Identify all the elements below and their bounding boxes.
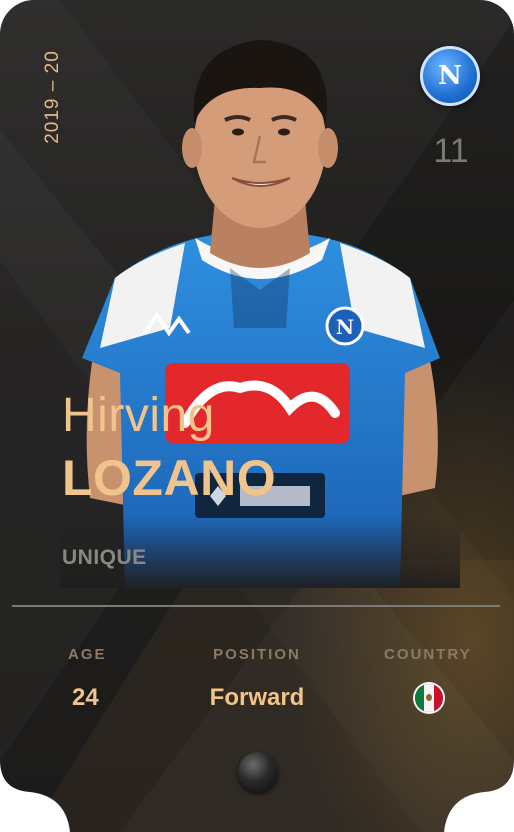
napoli-badge-icon[interactable]: N <box>420 46 480 106</box>
mexico-flag-icon <box>415 684 443 712</box>
shirt-number: 11 <box>433 132 469 170</box>
rarity-label: UNIQUE <box>62 546 147 569</box>
player-last-name: LOZANO <box>62 450 277 506</box>
player-first-name: Hirving <box>62 389 215 442</box>
club-badge-letter: N <box>438 61 462 91</box>
flag-white-stripe <box>424 684 434 712</box>
country-label: COUNTRY <box>384 646 472 663</box>
season-text: 2019 – 20 <box>42 50 63 144</box>
divider <box>12 605 500 607</box>
flag-emblem <box>426 694 433 701</box>
svg-text:N: N <box>336 315 354 339</box>
card-chip-icon <box>238 752 278 792</box>
player-card[interactable]: N 2019 – 20 N 11 Hirving LOZANO UNIQUE A… <box>0 0 514 832</box>
season-label: 2019 – 20 <box>18 42 88 152</box>
